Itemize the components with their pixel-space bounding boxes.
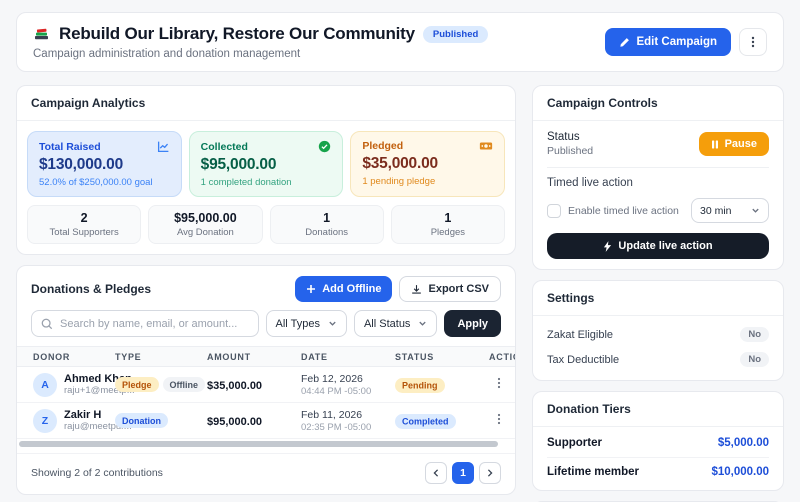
status-filter-select[interactable]: All Status: [353, 310, 438, 337]
download-icon: [411, 284, 422, 295]
next-page-button[interactable]: [479, 462, 501, 484]
date: Feb 12, 2026: [301, 372, 363, 385]
donation-tiers-card: Donation Tiers Supporter $5,000.00 Lifet…: [532, 391, 784, 491]
table-row: A Ahmed Khan raju+1@meetp... Pledge Offl…: [17, 367, 515, 403]
analytics-title: Campaign Analytics: [31, 96, 146, 110]
type-badge-pledge: Pledge: [115, 377, 159, 392]
status-badge-completed: Completed: [395, 414, 456, 429]
lightning-icon: [603, 240, 612, 252]
pledged-value: $35,000.00: [362, 155, 438, 172]
donations-table: DONOR TYPE AMOUNT DATE STATUS ACTIONS A: [17, 346, 515, 439]
sidebar: Campaign Controls Status Published Pause: [532, 85, 784, 502]
pagination: 1: [425, 462, 501, 484]
campaign-analytics-card: Campaign Analytics Total Raised $130,000…: [16, 85, 516, 255]
total-raised-label: Total Raised: [39, 140, 101, 153]
time: 04:44 PM -05:00: [301, 385, 372, 397]
tax-row: Tax Deductible No: [547, 347, 769, 372]
tier-row: Lifetime member $10,000.00: [547, 457, 769, 486]
total-raised-value: $130,000.00: [39, 156, 123, 173]
collected-label: Collected: [200, 140, 248, 153]
plus-icon: [306, 284, 316, 294]
status-badge-pending: Pending: [395, 378, 445, 393]
donations-title: Donations & Pledges: [31, 282, 152, 296]
enable-timed-checkbox[interactable]: [547, 203, 561, 218]
settings-card: Settings Zakat Eligible No Tax Deductibl…: [532, 280, 784, 381]
duration-select[interactable]: 30 min: [691, 198, 769, 223]
kebab-icon: [747, 36, 759, 48]
banknote-icon: [479, 140, 493, 152]
total-raised-sub: 52.0% of $250,000.00 goal: [39, 177, 153, 188]
campaign-controls-card: Campaign Controls Status Published Pause: [532, 85, 784, 270]
total-raised-card: Total Raised $130,000.00 52.0% of $250,0…: [27, 131, 182, 197]
page-title: Rebuild Our Library, Restore Our Communi…: [59, 24, 415, 43]
type-badge-offline: Offline: [162, 377, 206, 392]
chevron-down-icon: [418, 319, 427, 328]
books-icon: [33, 25, 51, 43]
add-offline-button[interactable]: Add Offline: [295, 276, 393, 302]
page-1-button[interactable]: 1: [452, 462, 474, 484]
scrollbar-thumb[interactable]: [19, 441, 499, 447]
pledged-label: Pledged: [362, 140, 404, 152]
type-badge-donation: Donation: [115, 413, 168, 428]
chart-line-icon: [157, 140, 170, 153]
row-kebab-button[interactable]: [489, 409, 509, 432]
table-row: Z Zakir H raju@meetpur... Donation $95,0…: [17, 403, 515, 439]
pause-icon: [711, 140, 719, 149]
pledged-card: Pledged $35,000.00 1 pending pledge: [350, 131, 506, 197]
chevron-down-icon: [751, 206, 760, 215]
time: 02:35 PM -05:00: [301, 421, 372, 433]
stat-avg-donation: $95,000.00 Avg Donation: [148, 205, 263, 244]
table-header-row: DONOR TYPE AMOUNT DATE STATUS ACTIONS: [17, 346, 515, 367]
type-filter-select[interactable]: All Types: [265, 310, 347, 337]
row-kebab-button[interactable]: [489, 373, 509, 396]
showing-count: Showing 2 of 2 contributions: [31, 467, 163, 479]
page-header: Rebuild Our Library, Restore Our Communi…: [16, 12, 784, 72]
avatar: A: [33, 372, 57, 397]
search-input[interactable]: [60, 317, 249, 330]
apply-button[interactable]: Apply: [444, 310, 501, 337]
settings-title: Settings: [547, 291, 595, 305]
tiers-title: Donation Tiers: [547, 402, 631, 416]
controls-title: Campaign Controls: [547, 96, 658, 110]
tax-value-badge: No: [740, 352, 769, 367]
stat-donations: 1 Donations: [269, 205, 384, 244]
zakat-row: Zakat Eligible No: [547, 322, 769, 347]
search-box: [31, 310, 259, 337]
stat-total-supporters: 2 Total Supporters: [27, 205, 142, 244]
status-label: Status: [547, 131, 580, 143]
tier-row: Supporter $5,000.00: [547, 437, 769, 449]
zakat-value-badge: No: [740, 327, 769, 342]
header-left: Rebuild Our Library, Restore Our Communi…: [33, 24, 489, 60]
search-icon: [41, 318, 53, 330]
amount: $95,000.00: [207, 415, 263, 428]
date: Feb 11, 2026: [301, 408, 363, 421]
export-csv-button[interactable]: Export CSV: [399, 276, 501, 302]
chevron-down-icon: [328, 319, 337, 328]
enable-timed-label: Enable timed live action: [568, 204, 679, 217]
check-circle-icon: [318, 140, 331, 153]
pause-button[interactable]: Pause: [698, 132, 769, 156]
header-actions: Edit Campaign: [605, 28, 767, 56]
status-value: Published: [547, 145, 594, 157]
collected-value: $95,000.00: [200, 156, 277, 173]
donations-card: Donations & Pledges Add Offline Export C…: [16, 265, 516, 495]
main-column: Campaign Analytics Total Raised $130,000…: [16, 85, 516, 495]
amount: $35,000.00: [207, 379, 263, 392]
collected-card: Collected $95,000.00 1 completed donatio…: [188, 131, 344, 197]
update-live-action-button[interactable]: Update live action: [547, 233, 769, 259]
pledged-sub: 1 pending pledge: [362, 176, 436, 187]
collected-sub: 1 completed donation: [200, 177, 292, 188]
stat-pledges: 1 Pledges: [390, 205, 505, 244]
prev-page-button[interactable]: [425, 462, 447, 484]
horizontal-scrollbar[interactable]: [19, 441, 513, 449]
status-badge: Published: [422, 25, 489, 43]
campaign-admin-page: Rebuild Our Library, Restore Our Communi…: [0, 0, 800, 502]
page-subtitle: Campaign administration and donation man…: [33, 48, 301, 60]
avatar: Z: [33, 408, 57, 433]
edit-campaign-button[interactable]: Edit Campaign: [605, 28, 731, 56]
header-kebab-button[interactable]: [739, 28, 767, 56]
timed-live-action-label: Timed live action: [547, 177, 633, 189]
pencil-icon: [619, 37, 630, 48]
